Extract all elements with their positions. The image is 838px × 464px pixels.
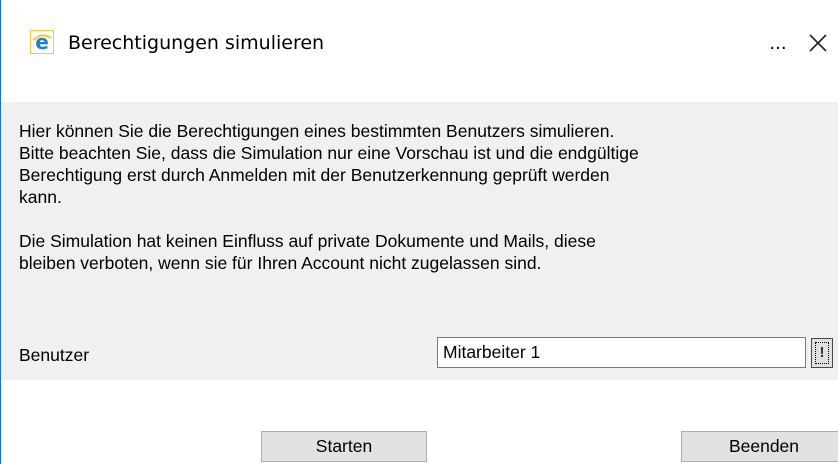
description-text: Hier können Sie die Berechtigungen eines… xyxy=(19,120,838,274)
description-paragraph-1: Hier können Sie die Berechtigungen eines… xyxy=(19,121,639,207)
user-input[interactable] xyxy=(437,337,806,368)
window-title: Berechtigungen simulieren xyxy=(68,32,325,54)
user-picker-button[interactable]: ! xyxy=(811,338,833,368)
more-options-button[interactable]: ... xyxy=(765,30,791,58)
close-icon[interactable] xyxy=(801,26,835,60)
dialog-content: Hier können Sie die Berechtigungen eines… xyxy=(1,102,838,380)
start-button[interactable]: Starten xyxy=(261,431,427,462)
internet-explorer-icon: e xyxy=(30,30,54,54)
end-button[interactable]: Beenden xyxy=(681,431,838,462)
dialog-window: e Berechtigungen simulieren ... Hier kön… xyxy=(0,0,838,464)
description-paragraph-2: Die Simulation hat keinen Einfluss auf p… xyxy=(19,231,596,273)
user-label: Benutzer xyxy=(19,345,90,365)
svg-text:e: e xyxy=(35,30,49,54)
user-picker-icon: ! xyxy=(819,344,825,361)
title-bar[interactable]: e Berechtigungen simulieren ... xyxy=(1,0,838,82)
